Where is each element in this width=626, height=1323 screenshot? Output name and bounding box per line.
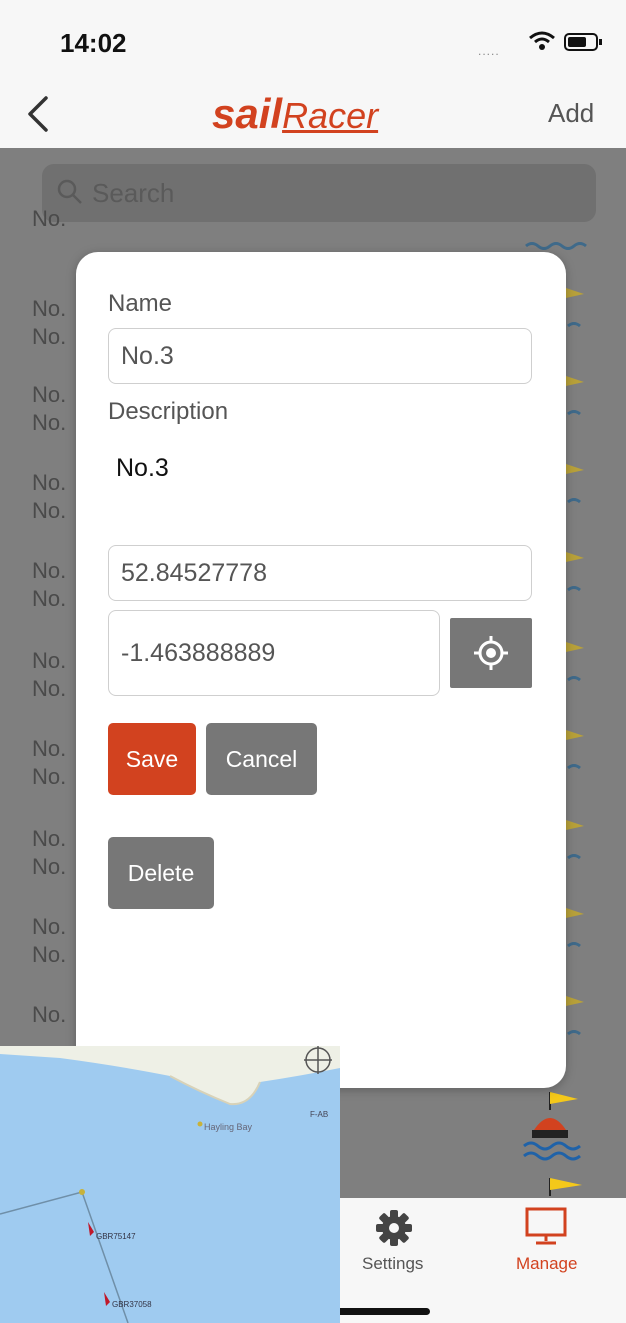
- name-label: Name: [108, 290, 173, 317]
- logo-racer: Racer: [282, 95, 379, 136]
- longitude-value: -1.463888889: [121, 638, 276, 667]
- map-canvas: [0, 1046, 340, 1323]
- map-boat-label: GBR75147: [96, 1232, 136, 1241]
- search-icon: [57, 179, 82, 204]
- name-field-value: No.3: [121, 341, 174, 370]
- crosshair-icon: [474, 636, 508, 670]
- logo-sail: sail: [212, 90, 283, 137]
- cancel-button[interactable]: Cancel: [206, 723, 317, 795]
- map-compass-label: F-AB: [310, 1110, 329, 1119]
- tab-manage[interactable]: Manage: [510, 1202, 590, 1282]
- edit-mark-dialog: Name No.3 Description No.3 52.84527778 -…: [76, 252, 566, 1088]
- longitude-field[interactable]: -1.463888889: [108, 610, 440, 696]
- battery-icon: [564, 33, 602, 51]
- tab-settings[interactable]: Settings: [356, 1202, 436, 1282]
- locate-button[interactable]: [450, 618, 532, 688]
- flag-icon: [549, 1178, 582, 1196]
- buoy-icon: [523, 1092, 581, 1161]
- signal-dots: .....: [478, 44, 500, 58]
- description-field[interactable]: No.3: [116, 454, 169, 483]
- search-placeholder: Search: [92, 178, 175, 208]
- map-place-label: Hayling Bay: [204, 1122, 253, 1132]
- description-label: Description: [108, 398, 229, 425]
- chevron-left-icon[interactable]: [26, 96, 50, 132]
- gear-icon: [376, 1210, 412, 1246]
- save-button[interactable]: Save: [108, 723, 196, 795]
- delete-button[interactable]: Delete: [108, 837, 214, 909]
- latitude-value: 52.84527778: [121, 558, 267, 587]
- status-time: 14:02: [60, 28, 127, 58]
- list-item-partial: No.: [32, 206, 67, 231]
- map-boat-label: GBR37058: [112, 1300, 152, 1309]
- app-logo: sailRacer: [212, 90, 379, 137]
- name-field[interactable]: No.3: [108, 328, 532, 384]
- wifi-icon: [529, 31, 555, 50]
- map-inset[interactable]: Hayling Bay F-AB GBR75147 GBR37058: [0, 1046, 340, 1323]
- tab-manage-label: Manage: [516, 1254, 578, 1273]
- latitude-field[interactable]: 52.84527778: [108, 545, 532, 601]
- tab-settings-label: Settings: [362, 1254, 424, 1273]
- monitor-icon: [525, 1207, 567, 1245]
- add-button[interactable]: Add: [548, 98, 594, 129]
